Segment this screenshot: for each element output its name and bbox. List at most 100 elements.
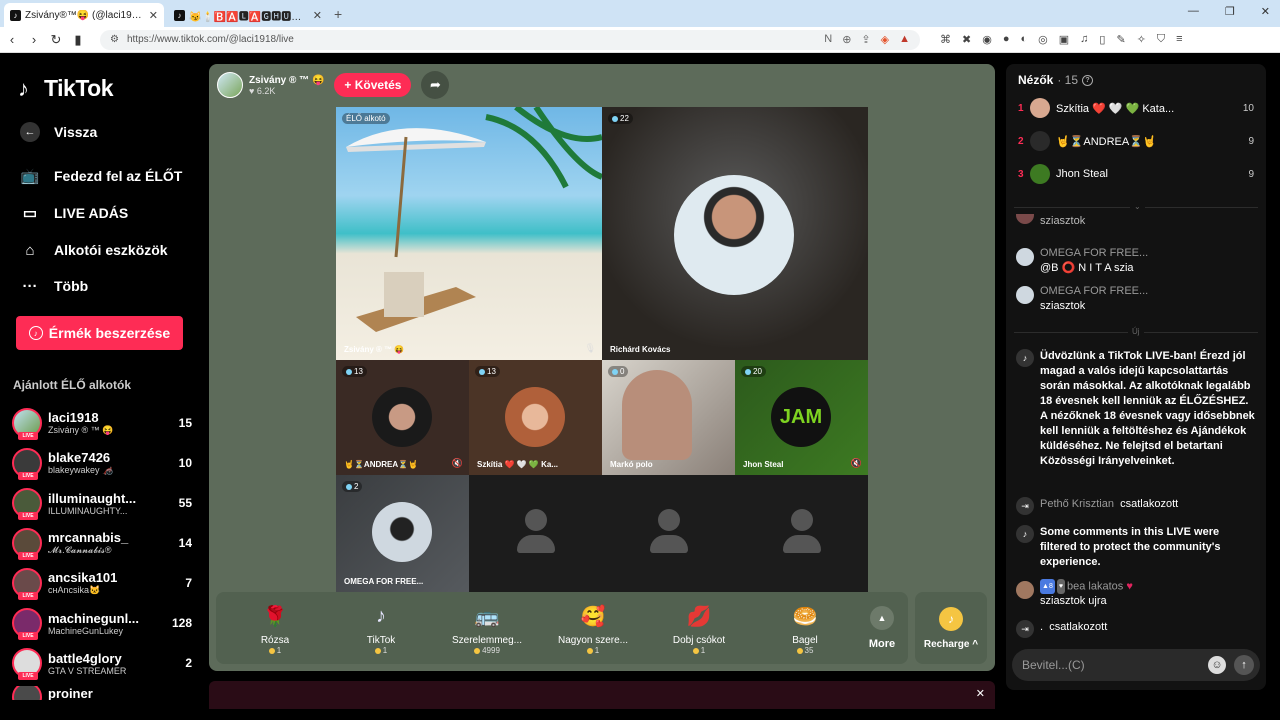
sidebar-item-live-studio[interactable]: ▭ LIVE ADÁS bbox=[20, 203, 128, 223]
chevron-down-icon[interactable]: ⌄ bbox=[1130, 202, 1145, 211]
minimize-icon[interactable]: — bbox=[1188, 5, 1199, 18]
beach-scene bbox=[346, 107, 602, 332]
extensions-puzzle-icon[interactable]: ✎ bbox=[1116, 33, 1125, 46]
gift-name: Rózsa bbox=[260, 635, 290, 646]
guest-video[interactable]: 13 Szkítia ❤️ 🤍 💚 Ka... bbox=[469, 360, 602, 475]
restore-icon[interactable]: ❐ bbox=[1225, 5, 1235, 18]
message-author[interactable]: . bbox=[1040, 621, 1043, 633]
extension-icon[interactable]: ⌘ bbox=[940, 33, 951, 46]
get-coins-button[interactable]: ♪ Érmék beszerzése bbox=[16, 316, 183, 350]
creator-item[interactable]: LIVE laci1918 Zsivány ® ™ 😝 15 bbox=[12, 406, 192, 440]
window-close-icon[interactable]: ✕ bbox=[1261, 5, 1270, 18]
avatar bbox=[674, 175, 794, 295]
tiktok-logo[interactable]: ♪ TikTok bbox=[18, 75, 114, 102]
forward-arrow-icon[interactable]: › bbox=[24, 32, 44, 47]
extension-icon[interactable]: ✖ bbox=[962, 33, 971, 46]
site-settings-icon[interactable]: ⚙ bbox=[110, 34, 119, 45]
new-tab-icon[interactable]: + bbox=[334, 6, 342, 22]
sparkle-icon[interactable]: ✧ bbox=[1137, 33, 1146, 46]
top-viewer-row[interactable]: 1 Szkítia ❤️ 🤍 💚 Kata... 10 bbox=[1018, 97, 1254, 119]
browser-tab-active[interactable]: ♪ Zsivány®™😝 (@laci1918) É ✕ bbox=[4, 3, 164, 27]
host-avatar[interactable] bbox=[217, 72, 243, 98]
gift-item[interactable]: ♪ TikTok 1 bbox=[328, 601, 434, 656]
guest-video[interactable]: 20 JAM Jhon Steal 🔇 bbox=[735, 360, 868, 475]
extension-icon[interactable]: ▣ bbox=[1059, 33, 1069, 46]
creator-item[interactable]: LIVE illuminaught... ILLUMINAUGHTY... 55 bbox=[12, 486, 192, 520]
sidebar-icon[interactable]: ▯ bbox=[1099, 33, 1105, 46]
recharge-button[interactable]: ♪ Recharge ^ bbox=[915, 592, 987, 664]
menu-icon[interactable]: ≡ bbox=[1176, 33, 1182, 46]
empty-guest-slot[interactable] bbox=[602, 475, 735, 592]
chat-input[interactable] bbox=[1022, 658, 1208, 672]
extension-icon[interactable]: ◎ bbox=[1038, 33, 1048, 46]
send-icon[interactable]: ↑ bbox=[1234, 655, 1254, 675]
back-arrow-icon[interactable]: ‹ bbox=[2, 32, 22, 47]
sidebar-item-creator-tools[interactable]: ⌂ Alkotói eszközök bbox=[20, 240, 167, 260]
more-gifts-button[interactable]: ▲ More bbox=[862, 606, 902, 650]
creator-item[interactable]: LIVE ancsika101 снAncsika🐱 7 bbox=[12, 566, 192, 600]
extension-icon[interactable]: ◐ bbox=[1020, 33, 1027, 46]
rewards-icon[interactable]: ▲ bbox=[899, 33, 910, 46]
empty-guest-slot[interactable] bbox=[735, 475, 868, 592]
extension-icon[interactable]: ● bbox=[1003, 33, 1010, 46]
bookmark-icon[interactable]: ▮ bbox=[68, 32, 88, 48]
person-placeholder-icon bbox=[516, 508, 556, 559]
message-author[interactable]: OMEGA FOR FREE... bbox=[1040, 246, 1148, 261]
gift-item[interactable]: 🥰 Nagyon szere... 1 bbox=[540, 601, 646, 656]
guest-grid: ÉLŐ alkotó Zsivány ® ™ 😝 🎙 22 Richárd Ko… bbox=[336, 107, 868, 592]
creator-item[interactable]: LIVE battle4glory GTA V STREAMER 2 bbox=[12, 646, 192, 680]
avatar: LIVE bbox=[12, 488, 42, 520]
close-tab-icon[interactable]: ✕ bbox=[149, 9, 158, 22]
gift-item[interactable]: 💋 Dobj csókot 1 bbox=[646, 601, 752, 656]
host-video[interactable]: ÉLŐ alkotó Zsivány ® ™ 😝 🎙 bbox=[336, 107, 602, 360]
vpn-icon[interactable]: ⛉ bbox=[1157, 33, 1165, 46]
close-icon[interactable]: ✕ bbox=[976, 687, 985, 700]
translate-icon[interactable]: N bbox=[824, 33, 832, 46]
guest-video[interactable]: 13 🤘⏳ANDREA⏳🤘 🔇 bbox=[336, 360, 469, 475]
creator-name: blake7426 bbox=[48, 450, 111, 465]
avatar: LIVE bbox=[12, 608, 42, 640]
guest-video[interactable]: 22 Richárd Kovács bbox=[602, 107, 868, 360]
url-field[interactable]: ⚙ https://www.tiktok.com/@laci1918/live … bbox=[100, 29, 920, 50]
kiss-icon: 💋 bbox=[686, 605, 712, 628]
music-icon[interactable]: ♫ bbox=[1080, 33, 1088, 46]
share-icon[interactable]: ⇪ bbox=[861, 33, 870, 46]
host-name[interactable]: Zsivány ® ™ 😝 bbox=[249, 75, 324, 86]
follow-button[interactable]: + Követés bbox=[334, 73, 412, 97]
creator-name: laci1918 bbox=[48, 410, 99, 425]
mic-muted-icon: 🔇 bbox=[451, 458, 463, 468]
guest-video[interactable]: 2 OMEGA FOR FREE... bbox=[336, 475, 469, 592]
creator-item[interactable]: LIVE machinegunl... MachineGunLukey 128 bbox=[12, 606, 192, 640]
recommended-title: Ajánlott ÉLŐ alkotók bbox=[13, 378, 132, 392]
extension-icon[interactable]: ◉ bbox=[982, 33, 992, 46]
shield-icon[interactable]: ◈ bbox=[881, 33, 889, 46]
zoom-icon[interactable]: ⊕ bbox=[842, 33, 851, 46]
guest-video[interactable]: 0 Markó polo bbox=[602, 360, 735, 475]
message-author[interactable]: Pethő Krisztian bbox=[1040, 498, 1114, 510]
close-tab-icon[interactable]: ✕ bbox=[313, 9, 322, 22]
gift-item[interactable]: 🌹 Rózsa 1 bbox=[222, 601, 328, 656]
message-author[interactable]: OMEGA FOR FREE... bbox=[1040, 284, 1148, 299]
viewers-header[interactable]: Nézők · 15 ? bbox=[1018, 73, 1094, 87]
info-icon[interactable]: ? bbox=[1082, 74, 1094, 86]
share-icon[interactable]: ➦ bbox=[421, 71, 450, 99]
creator-item[interactable]: proiner bbox=[12, 686, 192, 700]
join-action: csatlakozott bbox=[1120, 498, 1179, 510]
empty-guest-slot[interactable] bbox=[469, 475, 602, 592]
gift-item[interactable]: 🚌 Szerelemmeg... 4999 bbox=[434, 601, 540, 656]
mic-muted-icon: 🔇 bbox=[850, 458, 862, 468]
creator-sub: ILLUMINAUGHTY... bbox=[48, 505, 128, 516]
back-button[interactable]: ← Vissza bbox=[20, 122, 97, 142]
top-viewer-row[interactable]: 2 🤘⏳ANDREA⏳🤘 9 bbox=[1018, 130, 1254, 152]
sidebar-item-more[interactable]: ··· Több bbox=[20, 276, 89, 296]
avatar bbox=[12, 686, 42, 700]
reload-icon[interactable]: ↻ bbox=[46, 32, 66, 48]
creator-item[interactable]: LIVE mrcannabis_ 𝓜𝓻.𝓒𝓪𝓷𝓷𝓪𝓫𝓲𝓼® 14 bbox=[12, 526, 192, 560]
gift-item[interactable]: 🥯 Bagel 35 bbox=[752, 601, 858, 656]
top-viewer-row[interactable]: 3 Jhon Steal 9 bbox=[1018, 163, 1254, 185]
creator-item[interactable]: LIVE blake7426 blakeywakey 🦽 10 bbox=[12, 446, 192, 480]
browser-tab[interactable]: ♪ 😼🕯️🅱️🅰️🅻️🅰️🅶️🅷️🆄️🆁️🩸 (@gabor ✕ bbox=[168, 3, 328, 27]
message-author[interactable]: bea lakatos bbox=[1067, 580, 1123, 592]
sidebar-item-explore-live[interactable]: 📺 Fedezd fel az ÉLŐT bbox=[20, 166, 183, 186]
emoji-icon[interactable]: ☺ bbox=[1208, 656, 1226, 674]
